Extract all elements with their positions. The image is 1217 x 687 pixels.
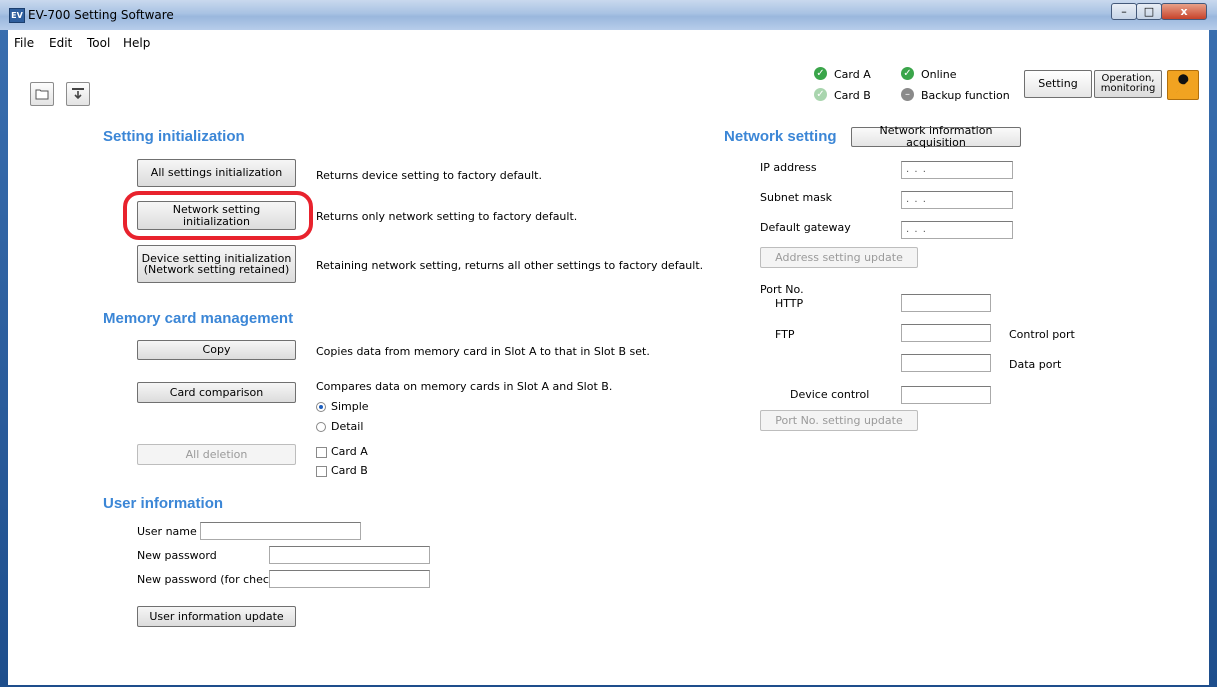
device-setting-initialization-button[interactable]: Device setting initialization (Network s… (137, 245, 296, 283)
online-status-icon: ✓ (901, 67, 914, 80)
menu-edit[interactable]: Edit (49, 36, 72, 50)
memory-card-management-title: Memory card management (103, 310, 294, 327)
backup-label: Backup function (921, 89, 1010, 102)
network-setting-initialization-desc: Returns only network setting to factory … (316, 210, 578, 223)
new-password-check-label: New password (for check) (137, 573, 280, 586)
menu-tool[interactable]: Tool (87, 36, 110, 50)
detail-radio-label: Detail (331, 420, 364, 433)
online-label: Online (921, 68, 957, 81)
setting-mode-button[interactable]: Setting (1024, 70, 1092, 98)
menu-file[interactable]: File (14, 36, 34, 50)
card-a-checkbox[interactable] (316, 447, 327, 458)
port-number-setting-update-button[interactable]: Port No. setting update (760, 410, 918, 431)
all-deletion-button[interactable]: All deletion (137, 444, 296, 465)
card-b-checkbox-label: Card B (331, 464, 368, 477)
close-button[interactable]: x (1161, 3, 1207, 20)
new-password-label: New password (137, 549, 217, 562)
device-setting-initialization-desc: Retaining network setting, returns all o… (316, 259, 704, 272)
data-port-label: Data port (1009, 358, 1062, 371)
new-password-input[interactable] (269, 546, 430, 564)
highlight-annotation (123, 191, 313, 240)
port-number-label: Port No. (760, 283, 804, 296)
detail-radio[interactable] (316, 422, 326, 432)
new-password-check-input[interactable] (269, 570, 430, 588)
window-title: EV-700 Setting Software (28, 8, 174, 22)
wrench-icon[interactable] (1167, 70, 1199, 100)
network-information-acquisition-button[interactable]: Network information acquisition (851, 125, 1021, 149)
simple-radio-label: Simple (331, 400, 369, 413)
copy-button[interactable]: Copy (137, 340, 296, 360)
app-icon: EV (9, 8, 25, 23)
user-information-update-button[interactable]: User information update (137, 606, 296, 627)
all-settings-initialization-desc: Returns device setting to factory defaul… (316, 169, 542, 182)
network-setting-title: Network setting (724, 128, 837, 145)
minimize-button[interactable]: – (1111, 3, 1137, 20)
ip-address-label: IP address (760, 161, 817, 174)
simple-radio[interactable] (316, 402, 326, 412)
copy-desc: Copies data from memory card in Slot A t… (316, 345, 650, 358)
address-setting-update-button[interactable]: Address setting update (760, 247, 918, 268)
card-a-status-icon: ✓ (814, 67, 827, 80)
card-a-checkbox-label: Card A (331, 445, 368, 458)
device-control-port-input[interactable] (901, 386, 991, 404)
user-name-input[interactable] (200, 522, 361, 540)
backup-status-icon: – (901, 88, 914, 101)
operation-monitoring-button[interactable]: Operation, monitoring (1094, 70, 1162, 98)
download-icon[interactable] (66, 82, 90, 106)
card-comparison-button[interactable]: Card comparison (137, 382, 296, 403)
device-control-label: Device control (790, 388, 870, 401)
default-gateway-label: Default gateway (760, 221, 851, 234)
ftp-control-port-input[interactable] (901, 324, 991, 342)
user-name-label: User name (137, 525, 197, 538)
card-a-label: Card A (834, 68, 871, 81)
maximize-button[interactable]: □ (1136, 3, 1162, 20)
user-information-title: User information (103, 495, 224, 512)
title-bar[interactable] (0, 0, 1217, 30)
ip-address-input[interactable]: . . . (901, 161, 1013, 179)
menu-bar (8, 32, 1209, 54)
control-port-label: Control port (1009, 328, 1075, 341)
card-b-label: Card B (834, 89, 871, 102)
card-b-status-icon: ✓ (814, 88, 827, 101)
http-label: HTTP (775, 297, 804, 310)
http-port-input[interactable] (901, 294, 991, 312)
card-b-checkbox[interactable] (316, 466, 327, 477)
ftp-data-port-input[interactable] (901, 354, 991, 372)
subnet-mask-label: Subnet mask (760, 191, 833, 204)
card-comparison-desc: Compares data on memory cards in Slot A … (316, 380, 613, 393)
default-gateway-input[interactable]: . . . (901, 221, 1013, 239)
setting-initialization-title: Setting initialization (103, 128, 245, 145)
subnet-mask-input[interactable]: . . . (901, 191, 1013, 209)
all-settings-initialization-button[interactable]: All settings initialization (137, 159, 296, 187)
folder-open-icon[interactable] (30, 82, 54, 106)
ftp-label: FTP (775, 328, 795, 341)
menu-help[interactable]: Help (123, 36, 150, 50)
